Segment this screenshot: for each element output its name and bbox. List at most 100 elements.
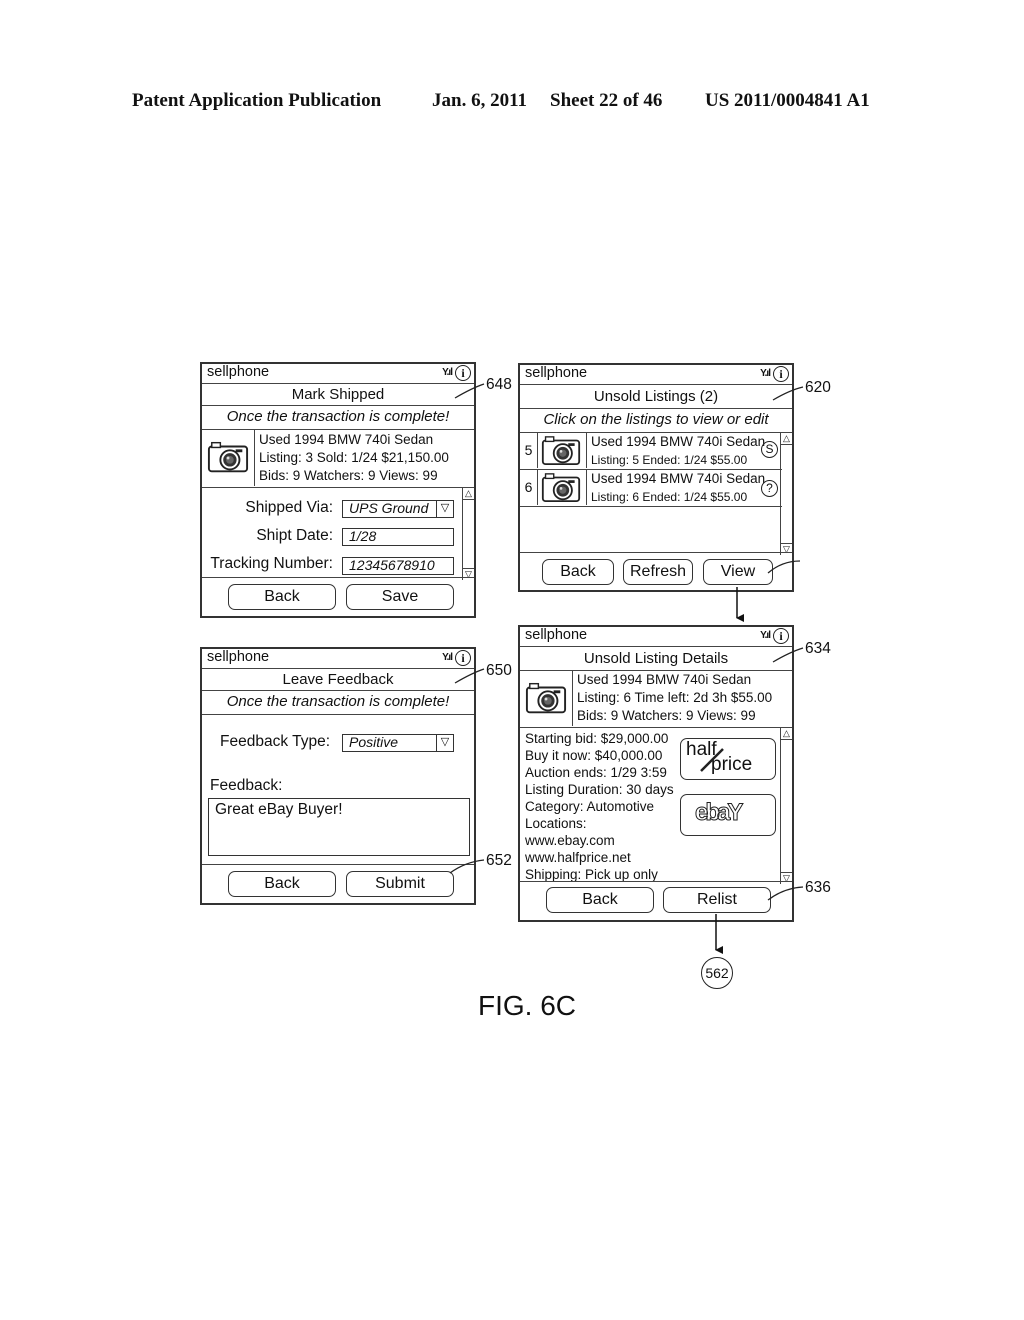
leave-feedback-screen: sellphone Y.ıl i Leave Feedback Once the…: [200, 647, 476, 905]
scrollbar[interactable]: △ ▽: [780, 728, 792, 884]
screen-title: Unsold Listing Details: [520, 647, 792, 671]
listing-info: Listing: 5 Ended: 1/24 $55.00: [591, 453, 748, 467]
listing-thumbnail: [537, 470, 587, 505]
feedback-type-select[interactable]: Positive ▽: [342, 734, 454, 752]
chevron-down-icon[interactable]: ▽: [436, 501, 453, 517]
ebay-logo-text: ebaY: [694, 799, 743, 827]
item-thumbnail: [202, 430, 255, 486]
location-ebay[interactable]: www.ebay.com: [525, 832, 674, 849]
leader-lines: [449, 383, 804, 954]
tracking-number-label: Tracking Number:: [210, 555, 333, 572]
scroll-up-icon[interactable]: △: [781, 433, 792, 445]
chevron-down-icon[interactable]: ▽: [436, 735, 453, 751]
back-button[interactable]: Back: [542, 559, 614, 585]
listing-text: Used 1994 BMW 740i Sedan Listing: 6 Ende…: [591, 470, 765, 506]
category: Category: Automotive: [525, 799, 655, 814]
camera-icon: [207, 440, 249, 474]
view-button[interactable]: View: [703, 559, 773, 585]
mark-shipped-screen: sellphone Y.ıl i Mark Shipped Once the t…: [200, 362, 476, 618]
status-bar: sellphone Y.ıl i: [520, 365, 792, 385]
info-icon[interactable]: i: [773, 366, 789, 382]
info-icon[interactable]: i: [773, 628, 789, 644]
listing-row[interactable]: 5 Used 1994 BMW 740i Sedan Listing: 5 En…: [520, 433, 782, 470]
publication-date: Jan. 6, 2011: [432, 90, 528, 111]
screen-subtitle: Click on the listings to view or edit: [520, 409, 792, 433]
tracking-number-input[interactable]: 12345678910: [342, 557, 454, 575]
auction-ends: Auction ends: 1/29 3:59: [525, 765, 667, 780]
listing-title: Used 1994 BMW 740i Sedan: [591, 434, 766, 449]
sheet-number: Sheet 22 of 46: [550, 90, 663, 111]
button-bar: Back Save: [202, 577, 474, 616]
app-name: sellphone: [525, 627, 588, 643]
unsold-listings-screen: sellphone Y.ıl i Unsold Listings (2) Cli…: [518, 363, 794, 592]
ref-label-650: 650: [486, 662, 512, 679]
button-bar: Back Refresh View: [520, 552, 792, 590]
button-bar: Back Relist: [520, 881, 792, 920]
listing-row[interactable]: 6 Used 1994 BMW 740i Sedan Listing: 6 En…: [520, 470, 782, 507]
back-button[interactable]: Back: [546, 887, 654, 913]
connector-562: 562: [701, 957, 733, 989]
locations-label: Locations:: [525, 816, 587, 831]
location-halfprice[interactable]: www.halfprice.net: [525, 849, 674, 866]
item-title: Used 1994 BMW 740i Sedan: [577, 672, 752, 687]
signal-icon: Y.ıl: [760, 630, 771, 641]
scroll-up-icon[interactable]: △: [463, 488, 474, 500]
halfprice-logo[interactable]: half price: [680, 738, 776, 780]
publication-title: Patent Application Publication: [132, 90, 382, 111]
listing-details: Starting bid: $29,000.00 Buy it now: $40…: [525, 730, 674, 883]
starting-bid: Starting bid: $29,000.00: [525, 731, 669, 746]
listing-index: 6: [520, 470, 538, 505]
item-summary[interactable]: Used 1994 BMW 740i Sedan Listing: 3 Sold…: [202, 430, 474, 488]
ref-label-634: 634: [805, 640, 831, 657]
ref-label-648: 648: [486, 376, 512, 393]
item-summary: Used 1994 BMW 740i Sedan Listing: 6 Time…: [520, 671, 792, 728]
sold-status-icon: S: [761, 441, 778, 458]
screen-title: Leave Feedback: [202, 669, 474, 691]
listing-duration: Listing Duration: 30 days: [525, 782, 674, 797]
item-text: Used 1994 BMW 740i Sedan Listing: 6 Time…: [577, 671, 772, 725]
button-bar: Back Submit: [202, 864, 474, 903]
item-text: Used 1994 BMW 740i Sedan Listing: 3 Sold…: [259, 431, 449, 485]
shipped-via-value: UPS Ground: [349, 500, 429, 516]
back-button[interactable]: Back: [228, 584, 336, 610]
ship-date-label: Shipt Date:: [256, 527, 333, 544]
feedback-type-value: Positive: [349, 734, 399, 750]
screen-title: Unsold Listings (2): [520, 385, 792, 409]
scroll-up-icon[interactable]: △: [781, 728, 792, 740]
scrollbar[interactable]: △ ▽: [462, 488, 474, 580]
ref-label-652: 652: [486, 852, 512, 869]
app-name: sellphone: [207, 649, 270, 665]
signal-icon: Y.ıl: [442, 652, 453, 663]
item-thumbnail: [520, 671, 573, 726]
listing-thumbnail: [537, 433, 587, 468]
scrollbar[interactable]: △ ▽: [780, 433, 792, 555]
submit-button[interactable]: Submit: [346, 871, 454, 897]
camera-icon: [541, 472, 581, 503]
unknown-status-icon: ?: [761, 480, 778, 497]
info-icon[interactable]: i: [455, 365, 471, 381]
camera-icon: [541, 435, 581, 466]
shipped-via-select[interactable]: UPS Ground ▽: [342, 500, 454, 518]
screen-subtitle: Once the transaction is complete!: [202, 691, 474, 715]
refresh-button[interactable]: Refresh: [623, 559, 693, 585]
feedback-textarea[interactable]: Great eBay Buyer!: [208, 798, 470, 856]
feedback-type-label: Feedback Type:: [220, 733, 331, 750]
listing-index: 5: [520, 433, 538, 468]
screen-title: Mark Shipped: [202, 384, 474, 406]
save-button[interactable]: Save: [346, 584, 454, 610]
info-icon[interactable]: i: [455, 650, 471, 666]
relist-button[interactable]: Relist: [663, 887, 771, 913]
app-name: sellphone: [207, 364, 270, 380]
status-bar: sellphone Y.ıl i: [520, 627, 792, 647]
ebay-logo[interactable]: ebaY: [680, 794, 776, 836]
shipped-via-label: Shipped Via:: [245, 499, 333, 516]
ship-date-input[interactable]: 1/28: [342, 528, 454, 546]
listing-title: Used 1994 BMW 740i Sedan: [591, 471, 766, 486]
screen-subtitle: Once the transaction is complete!: [202, 406, 474, 430]
item-listing-info: Listing: 6 Time left: 2d 3h $55.00: [577, 690, 773, 705]
listing-info: Listing: 6 Ended: 1/24 $55.00: [591, 490, 748, 504]
figure-label: FIG. 6C: [478, 990, 577, 1021]
patent-number: US 2011/0004841 A1: [705, 90, 870, 111]
back-button[interactable]: Back: [228, 871, 336, 897]
listing-text: Used 1994 BMW 740i Sedan Listing: 5 Ende…: [591, 433, 765, 469]
